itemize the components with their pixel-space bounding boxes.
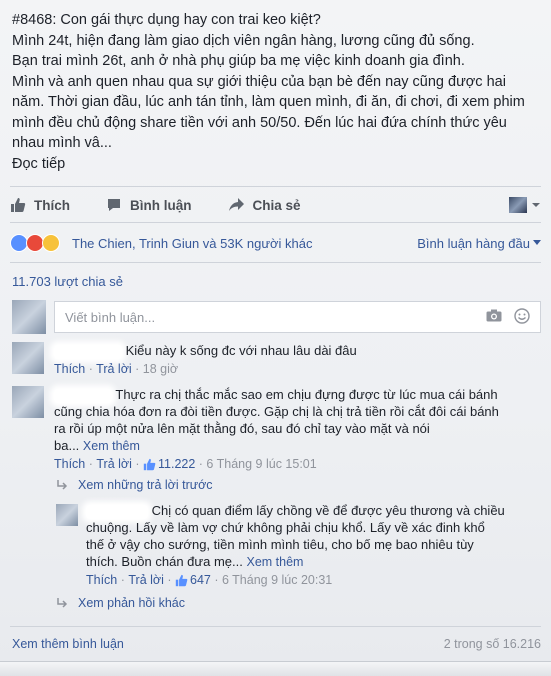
comment-reply-link[interactable]: Trả lời [96,456,132,473]
comment-count: 2 trong số 16.216 [443,637,541,651]
see-more-link[interactable]: Đọc tiếp [12,154,540,175]
chevron-down-icon [532,203,540,207]
comment-time[interactable]: 18 giờ [143,362,178,376]
post-actions: Thích Bình luận Chia sẻ [10,190,541,220]
share-arrow-icon [228,198,244,211]
like-label: Thích [34,197,70,213]
comment-text: cũng chia hóa đơn ra đòi tiền được. Gặp … [54,404,499,419]
comment-button[interactable]: Bình luận [106,197,192,213]
comment-text: Kiểu này k sống đc với nhau lâu dài đâu [125,343,357,358]
post-title: #8468: Con gái thực dụng hay con trai ke… [12,12,321,28]
divider [10,262,541,263]
post-body: #8468: Con gái thực dụng hay con trai ke… [12,10,540,174]
thumbs-up-icon [11,198,26,212]
post-line: Mình và anh quen nhau qua sự giới thiệu … [12,73,525,152]
comment-item: Thực ra chị thắc mắc sao em chịu đựng đư… [12,386,540,474]
comment-item: Kiểu này k sống đc với nhau lâu dài đâu … [12,342,532,378]
view-previous-replies[interactable]: Xem những trả lời trước [56,478,213,492]
audience-selector[interactable] [509,197,541,213]
comment-meta: Thích · Trả lời · 11.222 · 6 Tháng 9 lúc… [54,456,317,473]
reply-meta: Thích · Trả lời · 647 · 6 Tháng 9 lúc 20… [86,572,333,589]
comment-text: ra rồi úp một nửa lên mặt thằng đó, sau … [54,421,430,436]
reply-like-link[interactable]: Thích [86,572,117,589]
divider [10,626,541,627]
view-more-comments-link[interactable]: Xem thêm bình luận [12,637,124,651]
comment-label: Bình luận [130,197,192,213]
share-count[interactable]: 11.703 lượt chia sẻ [12,274,123,289]
like-count-icon [175,574,188,587]
divider [10,186,541,187]
reply-time[interactable]: 6 Tháng 9 lúc 20:31 [222,572,332,589]
reply-reply-link[interactable]: Trả lời [128,572,164,589]
page-avatar [509,197,527,213]
view-previous-replies-label: Xem những trả lời trước [78,478,213,492]
comment-like-count[interactable]: 11.222 [158,456,195,473]
comment-icon [108,199,120,211]
post-line: Bạn trai mình 26t, anh ở nhà phụ giúp ba… [12,53,465,69]
commenter-avatar[interactable] [12,342,44,374]
view-more-replies[interactable]: Xem phản hồi khác [56,596,185,610]
comment-like-link[interactable]: Thích [54,456,85,473]
divider [10,222,541,223]
comment-text: ba... [54,438,80,453]
see-more-link[interactable]: Xem thêm [246,555,303,569]
reply-text: thế ở vậy cho sướng, tiền mình mình tiêu… [86,537,474,552]
comment-sort-dropdown[interactable]: Bình luận hàng đầu [417,236,541,251]
user-avatar [12,300,46,334]
reply-item: Chị có quan điểm lấy chồng về để được yê… [56,502,540,590]
comment-text: Thực ra chị thắc mắc sao em chịu đựng đư… [115,387,498,402]
share-button[interactable]: Chia sẻ [228,197,301,213]
comments-footer: Xem thêm bình luận 2 trong số 16.216 [12,637,541,651]
haha-reaction-icon[interactable] [42,234,60,252]
see-more-link[interactable]: Xem thêm [83,439,140,453]
post-card: #8468: Con gái thực dụng hay con trai ke… [0,0,551,676]
reply-arrow-icon [57,480,68,490]
comment-composer: Viết bình luận... [12,300,541,334]
share-label: Chia sẻ [252,197,301,213]
camera-icon[interactable] [486,309,502,325]
comment-meta: Thích · Trả lời · 18 giờ [54,362,179,376]
comment-placeholder: Viết bình luận... [65,309,156,325]
emoji-icon[interactable] [514,307,530,327]
comment-reply-link[interactable]: Trả lời [96,362,132,376]
commenter-name-redacted[interactable] [54,344,122,359]
replier-name-redacted[interactable] [86,504,148,519]
commenter-avatar[interactable] [12,386,44,418]
post-line: Mình 24t, hiện đang làm giao dịch viên n… [12,32,475,49]
reply-text: chuộng. Lấy về làm vợ chứ không phải chị… [86,520,485,535]
like-count-icon [143,458,156,471]
reply-text: thích. Buồn chán đưa mẹ... [86,554,243,569]
view-more-replies-label: Xem phản hồi khác [78,596,186,610]
comment-sort-label: Bình luận hàng đầu [417,235,530,251]
comment-like-link[interactable]: Thích [54,362,85,376]
commenter-name-redacted[interactable] [54,388,112,403]
replier-avatar[interactable] [56,504,78,526]
reply-like-count[interactable]: 647 [190,572,211,589]
reactions-row: The Chien, Trinh Giun và 53K người khác … [10,232,541,254]
reply-text: Chị có quan điểm lấy chồng về để được yê… [151,503,505,518]
comment-input[interactable]: Viết bình luận... [54,301,541,333]
comment-time[interactable]: 6 Tháng 9 lúc 15:01 [206,456,316,473]
reply-arrow-icon [57,598,68,608]
caret-down-icon [533,240,541,245]
reaction-names[interactable]: The Chien, Trinh Giun và 53K người khác [72,236,313,251]
taskbar-strip [0,661,551,676]
like-button[interactable]: Thích [10,197,70,213]
